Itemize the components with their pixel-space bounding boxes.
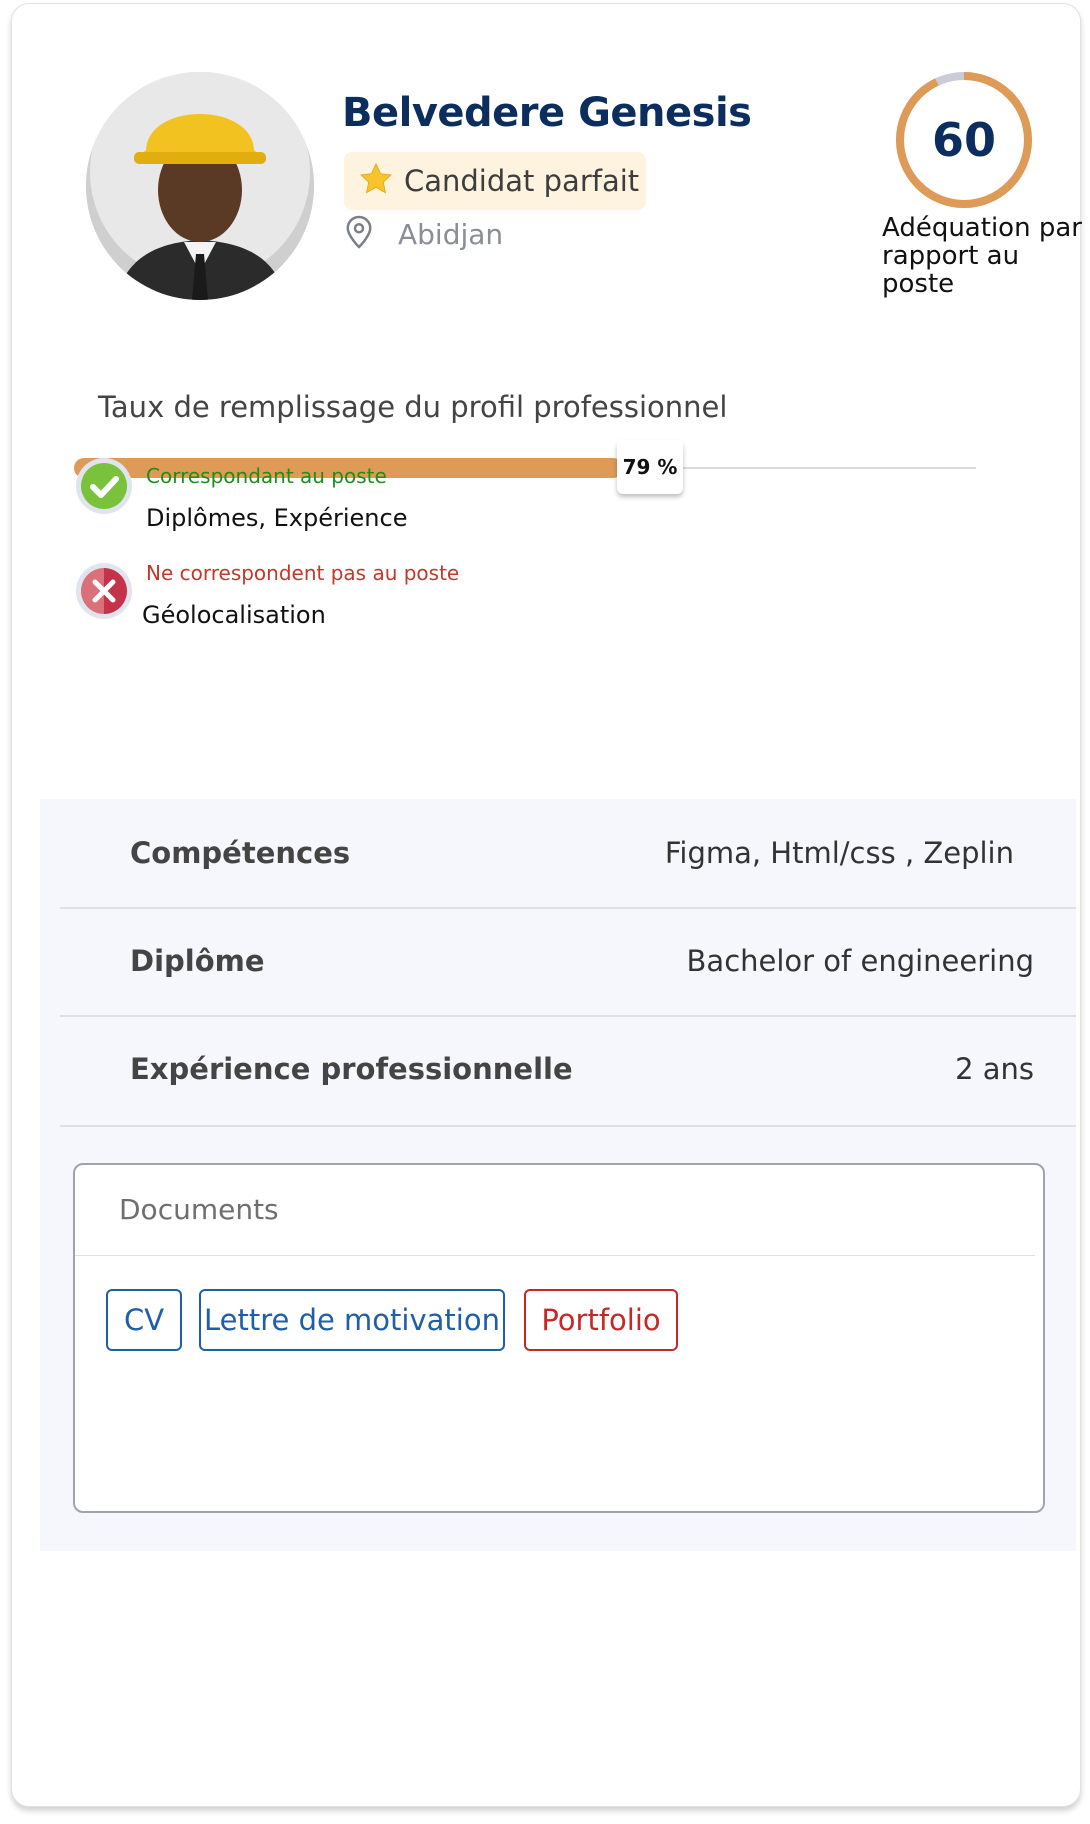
candidate-name: Belvedere Genesis bbox=[342, 90, 752, 136]
star-icon bbox=[358, 161, 394, 202]
detail-value: Bachelor of engineering bbox=[686, 944, 1034, 978]
matching-value: Diplômes, Expérience bbox=[146, 504, 408, 532]
score-value: 60 bbox=[931, 113, 996, 167]
detail-row-experience: Expérience professionnelle 2 ans bbox=[60, 1015, 1076, 1127]
profile-fill-percent: 79 % bbox=[617, 440, 683, 494]
candidate-card: Belvedere Genesis Candidat parfait Abidj… bbox=[11, 3, 1082, 1807]
detail-value: Figma, Html/css , Zeplin bbox=[664, 836, 1014, 870]
detail-row-skills: Compétences Figma, Html/css , Zeplin bbox=[60, 799, 1076, 909]
close-icon bbox=[74, 561, 134, 629]
cv-button[interactable]: CV bbox=[106, 1289, 182, 1351]
score-label: Adéquation par rapport au poste bbox=[882, 213, 1082, 299]
portfolio-button[interactable]: Portfolio bbox=[524, 1289, 678, 1351]
badge-label: Candidat parfait bbox=[404, 164, 640, 198]
detail-key: Expérience professionnelle bbox=[130, 1052, 573, 1086]
candidate-badge: Candidat parfait bbox=[344, 152, 646, 210]
profile-fill-title: Taux de remplissage du profil profession… bbox=[98, 390, 728, 424]
avatar bbox=[86, 72, 314, 300]
location-pin-icon bbox=[344, 214, 374, 255]
documents-title: Documents bbox=[119, 1193, 279, 1226]
documents-box: Documents CV Lettre de motivation Portfo… bbox=[73, 1163, 1045, 1513]
check-icon bbox=[74, 456, 134, 532]
detail-key: Diplôme bbox=[130, 944, 265, 978]
matching-criteria: Correspondant au poste Diplômes, Expérie… bbox=[74, 456, 407, 532]
detail-row-diploma: Diplôme Bachelor of engineering bbox=[60, 907, 1076, 1017]
detail-value: 2 ans bbox=[955, 1052, 1034, 1086]
matching-label: Correspondant au poste bbox=[146, 464, 387, 488]
non-matching-label: Ne correspondent pas au poste bbox=[146, 561, 460, 585]
documents-divider bbox=[75, 1255, 1035, 1256]
detail-key: Compétences bbox=[130, 836, 351, 870]
non-matching-value: Géolocalisation bbox=[142, 601, 326, 629]
cover-letter-button[interactable]: Lettre de motivation bbox=[199, 1289, 505, 1351]
score-ring: 60 bbox=[894, 70, 1034, 210]
non-matching-criteria: Ne correspondent pas au poste Géolocalis… bbox=[74, 561, 459, 629]
location-label: Abidjan bbox=[398, 218, 504, 251]
candidate-location: Abidjan bbox=[344, 214, 503, 255]
